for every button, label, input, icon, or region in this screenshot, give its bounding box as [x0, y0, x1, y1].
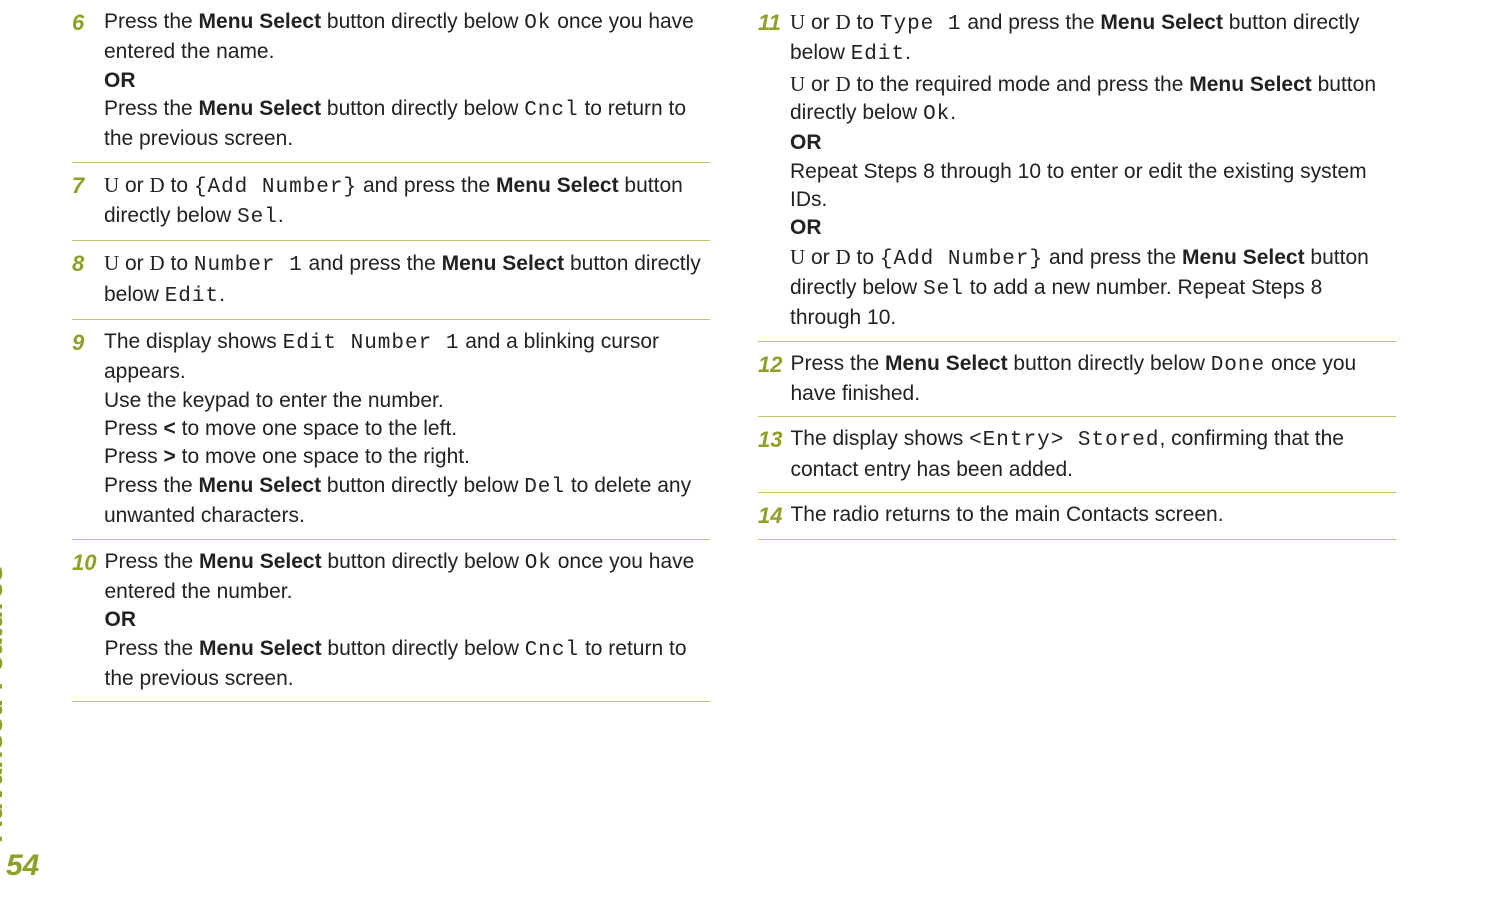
step-body: U or D to Type 1 and press the Menu Sele… [790, 8, 1396, 333]
step-13: 13The display shows <Entry> Stored, conf… [758, 425, 1396, 493]
step-number: 9 [72, 328, 96, 530]
step-body: Press the Menu Select button directly be… [790, 350, 1396, 409]
content-columns: 6Press the Menu Select button directly b… [72, 8, 1396, 841]
step-8: 8U or D to Number 1 and press the Menu S… [72, 249, 710, 320]
step-number: 7 [72, 171, 96, 233]
step-body: U or D to Number 1 and press the Menu Se… [104, 249, 710, 311]
page-number: 54 [6, 849, 39, 883]
step-body: Press the Menu Select button directly be… [104, 8, 710, 154]
step-11: 11U or D to Type 1 and press the Menu Se… [758, 8, 1396, 342]
step-body: Press the Menu Select button directly be… [104, 548, 710, 694]
step-body: The radio returns to the main Contacts s… [790, 501, 1396, 531]
step-7: 7U or D to {Add Number} and press the Me… [72, 171, 710, 242]
step-body: U or D to {Add Number} and press the Men… [104, 171, 710, 233]
step-number: 13 [758, 425, 782, 484]
step-9: 9The display shows Edit Number 1 and a b… [72, 328, 710, 539]
step-number: 14 [758, 501, 782, 531]
step-number: 12 [758, 350, 782, 409]
step-12: 12Press the Menu Select button directly … [758, 350, 1396, 418]
step-body: The display shows <Entry> Stored, confir… [790, 425, 1396, 484]
step-number: 6 [72, 8, 96, 154]
sidebar-tab: Advanced Features [0, 564, 10, 841]
step-number: 11 [758, 8, 782, 333]
step-number: 8 [72, 249, 96, 311]
step-number: 10 [72, 548, 96, 694]
step-10: 10Press the Menu Select button directly … [72, 548, 710, 703]
step-6: 6Press the Menu Select button directly b… [72, 8, 710, 163]
sidebar-label: Advanced Features [0, 564, 9, 841]
step-14: 14 The radio returns to the main Contacts… [758, 501, 1396, 540]
step-body: The display shows Edit Number 1 and a bl… [104, 328, 710, 530]
